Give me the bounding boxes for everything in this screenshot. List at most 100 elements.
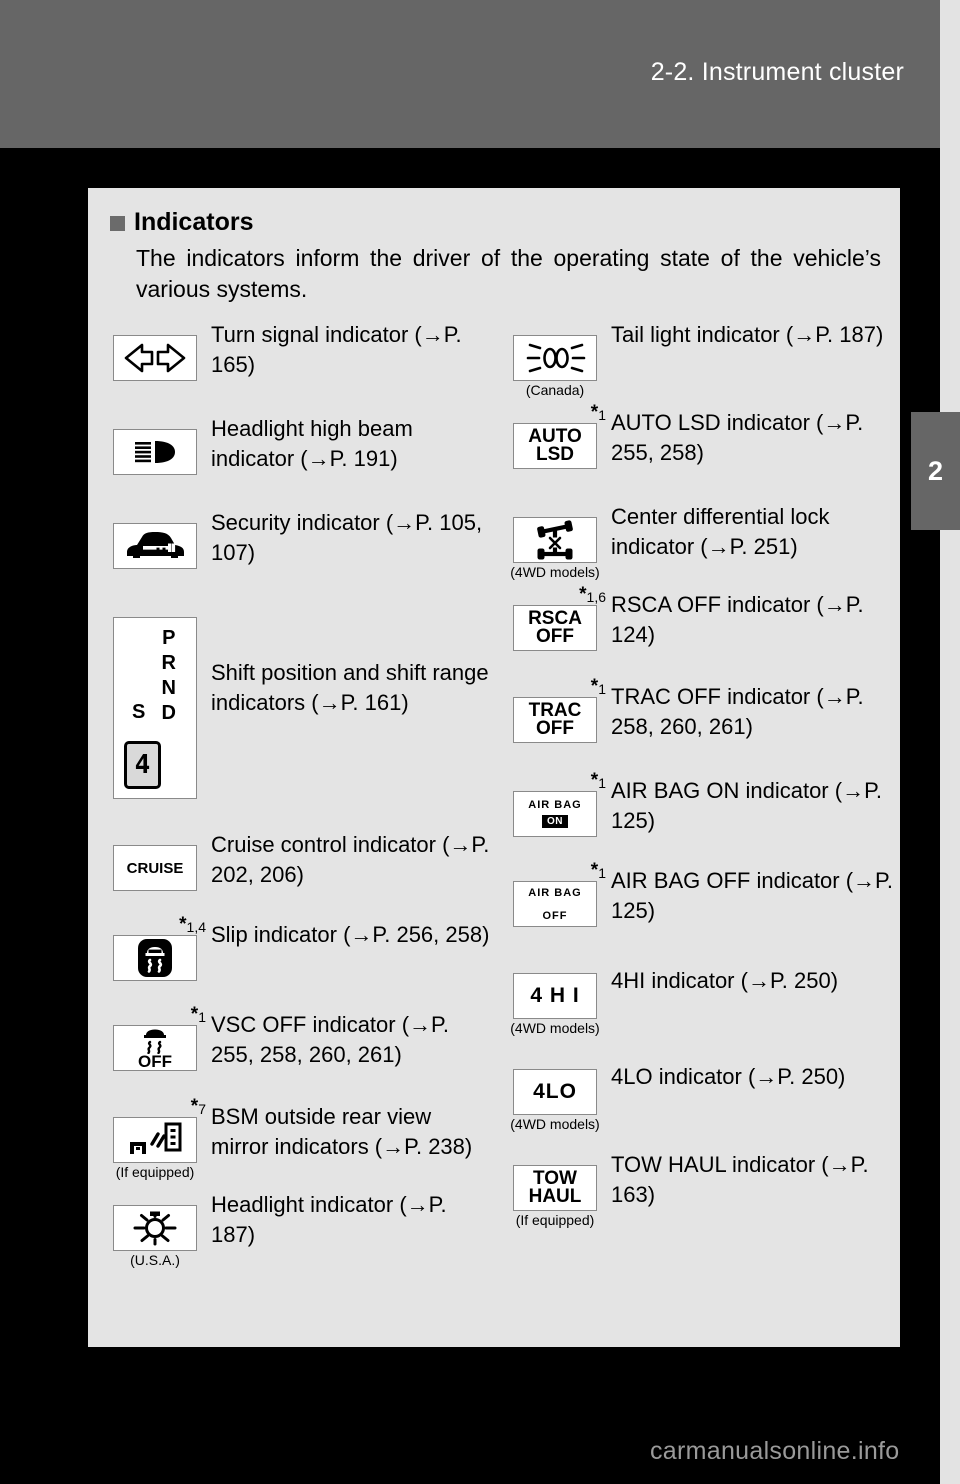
indicator-label: Shift position and shift range indicator…	[211, 660, 489, 715]
indicator-label: Slip indicator (→P. 256, 258)	[211, 922, 490, 947]
indicator-row: *1 TRAC OFF x TRAC OFF indicator (→P. 25…	[506, 676, 900, 760]
cruise-icon: CRUISE	[113, 845, 197, 891]
chapter-tab: 2	[911, 412, 960, 530]
high-beam-icon	[113, 429, 197, 475]
center-diff-lock-icon	[513, 517, 597, 563]
vsc-off-icon: OFF	[113, 1025, 197, 1071]
indicator-label: VSC OFF indicator (→P. 255, 258, 260, 26…	[211, 1012, 449, 1067]
icon-wrap: *7 (If equipped)	[106, 1096, 206, 1180]
footnote-marker: *1	[590, 770, 606, 791]
icon-wrap: *1,4 x	[106, 914, 206, 998]
indicators-panel: Indicators The indicators inform the dri…	[88, 188, 900, 1347]
footnote-number: 1	[598, 775, 606, 791]
indicator-row: * CRUISE x Cruise control indicator (→P.…	[106, 828, 494, 908]
icon-sublabel: (Canada)	[525, 382, 585, 398]
rsca-line2: OFF	[536, 626, 574, 647]
icon-wrap: * 4 H I (4WD models)	[506, 956, 604, 1036]
footnote-number: 1	[598, 407, 606, 423]
icon-wrap: * x	[106, 506, 204, 586]
icon-sublabel: (4WD models)	[510, 1116, 600, 1132]
indicator-label: AIR BAG ON indicator (→P. 125)	[611, 778, 883, 833]
indicator-row: * 4 H I (4WD models) 4HI indicator (→P. …	[506, 956, 900, 1036]
page-edge-strip	[940, 0, 960, 1484]
prnd-d: D	[161, 702, 176, 724]
icon-wrap: * P R N D S 4 x	[106, 600, 204, 816]
footnote-marker: *7	[190, 1096, 206, 1117]
indicator-label: TOW HAUL indicator (→P. 163)	[611, 1152, 869, 1207]
icon-wrap: * (Canada)	[506, 318, 604, 398]
vsc-off-text: OFF	[138, 1051, 172, 1071]
indicator-row: *1,4 x Slip	[106, 914, 494, 998]
icon-sublabel: (If equipped)	[515, 1212, 595, 1228]
indicator-row: * (Canada) Tail light indic	[506, 318, 900, 398]
indicator-row: *	[106, 1188, 494, 1268]
prnd-r: R	[161, 652, 176, 674]
indicator-label: Security indicator (→P. 105, 107)	[211, 510, 483, 565]
security-icon	[113, 523, 197, 569]
indicator-row: * x Turn signal indicator (→P. 165)	[106, 318, 494, 398]
air-bag-off-icon: AIR BAG OFF	[513, 881, 597, 927]
footnote-number: 1	[198, 1009, 206, 1025]
cruise-text: CRUISE	[126, 859, 184, 877]
indicator-row: *1 AIR BAG OFF x AIR BAG OFF indicator (…	[506, 860, 900, 944]
icon-sublabel: (4WD models)	[510, 1020, 600, 1036]
four-hi-icon: 4 H I	[513, 973, 597, 1019]
prnd-n: N	[161, 677, 176, 699]
air-bag-off-line2: OFF	[542, 909, 568, 922]
indicator-label: Headlight high beam indicator (→P. 191)	[211, 416, 413, 471]
section-body: The indicators inform the driver of the …	[136, 245, 881, 302]
tow-haul-line2: HAUL	[528, 1186, 582, 1207]
indicator-row: * 4LO (4WD models) 4LO indicator (→P. 25…	[506, 1052, 900, 1132]
section-block: Indicators The indicators inform the dri…	[110, 208, 881, 305]
trac-line2: OFF	[536, 718, 574, 739]
prnd-s: S	[132, 701, 146, 723]
page-header-band: 2-2. Instrument cluster	[0, 0, 960, 148]
icon-wrap: *1 AUTO LSD x	[506, 403, 606, 486]
icon-sublabel: (U.S.A.)	[130, 1252, 180, 1268]
icon-wrap: *	[106, 1188, 204, 1268]
footnote-marker: *1,4	[179, 914, 206, 935]
indicator-columns: * x Turn signal indicator (→P. 165) *	[88, 318, 900, 1268]
auto-lsd-line2: LSD	[535, 444, 574, 465]
trac-off-icon: TRAC OFF	[513, 697, 597, 743]
auto-lsd-text: AUTO LSD	[528, 427, 581, 465]
bsm-mirror-icon	[113, 1117, 197, 1163]
watermark: carmanualsonline.info	[650, 1437, 900, 1465]
bullet-square-icon	[110, 216, 125, 231]
tail-light-icon	[513, 335, 597, 381]
icon-wrap: *1 OFF	[106, 1005, 206, 1088]
indicator-row: *7 (If equipped) BSM outside rear view m…	[106, 1096, 494, 1180]
icon-sublabel: (4WD models)	[510, 564, 600, 580]
indicator-column-right: * (Canada) Tail light indic	[494, 318, 900, 1268]
rsca-off-text: RSCA OFF	[528, 609, 582, 647]
headlight-icon	[113, 1205, 197, 1251]
indicator-label: RSCA OFF indicator (→P. 124)	[611, 592, 864, 647]
footnote-marker: *1	[590, 860, 606, 881]
page-title: 2-2. Instrument cluster	[650, 58, 904, 86]
auto-lsd-icon: AUTO LSD	[513, 423, 597, 469]
air-bag-on-badge: ON	[541, 815, 568, 828]
four-lo-icon: 4LO	[513, 1069, 597, 1115]
chapter-number: 2	[927, 456, 944, 486]
indicator-label: Cruise control indicator (→P. 202, 206)	[211, 832, 490, 887]
indicator-row: *1 AIR BAG ON x AIR BAG ON indicator (→P…	[506, 770, 900, 854]
icon-wrap: * x	[106, 412, 204, 492]
indicator-row: * TOW HAUL (If equipped) TOW HAUL indica…	[506, 1148, 900, 1228]
indicator-row: *1 AUTO LSD x AUTO LSD indicator (→P. 25…	[506, 403, 900, 486]
footnote-marker: *1	[590, 676, 606, 697]
indicator-label: Turn signal indicator (→P. 165)	[211, 322, 462, 377]
indicator-row: *1 OFF VSC OFF indicator (→P. 255, 258, …	[106, 1005, 494, 1088]
tow-haul-text: TOW HAUL	[528, 1169, 582, 1207]
four-hi-text: 4 H I	[530, 984, 580, 1007]
shift-position-icon: P R N D S 4	[113, 617, 197, 799]
tow-haul-icon: TOW HAUL	[513, 1165, 597, 1211]
air-bag-off-line1: AIR BAG	[528, 886, 582, 899]
indicator-label: Center differential lock indicator (→P. …	[611, 504, 830, 559]
indicator-label: TRAC OFF indicator (→P. 258, 260, 261)	[611, 684, 864, 739]
rsca-off-icon: RSCA OFF	[513, 605, 597, 651]
indicator-row: * P R N D S 4 x	[106, 600, 494, 816]
footnote-number: 1	[598, 681, 606, 697]
icon-wrap: * CRUISE x	[106, 828, 204, 908]
indicator-row: * x Security indicator (→P. 105, 107)	[106, 506, 494, 586]
footnote-number: 7	[198, 1101, 206, 1117]
